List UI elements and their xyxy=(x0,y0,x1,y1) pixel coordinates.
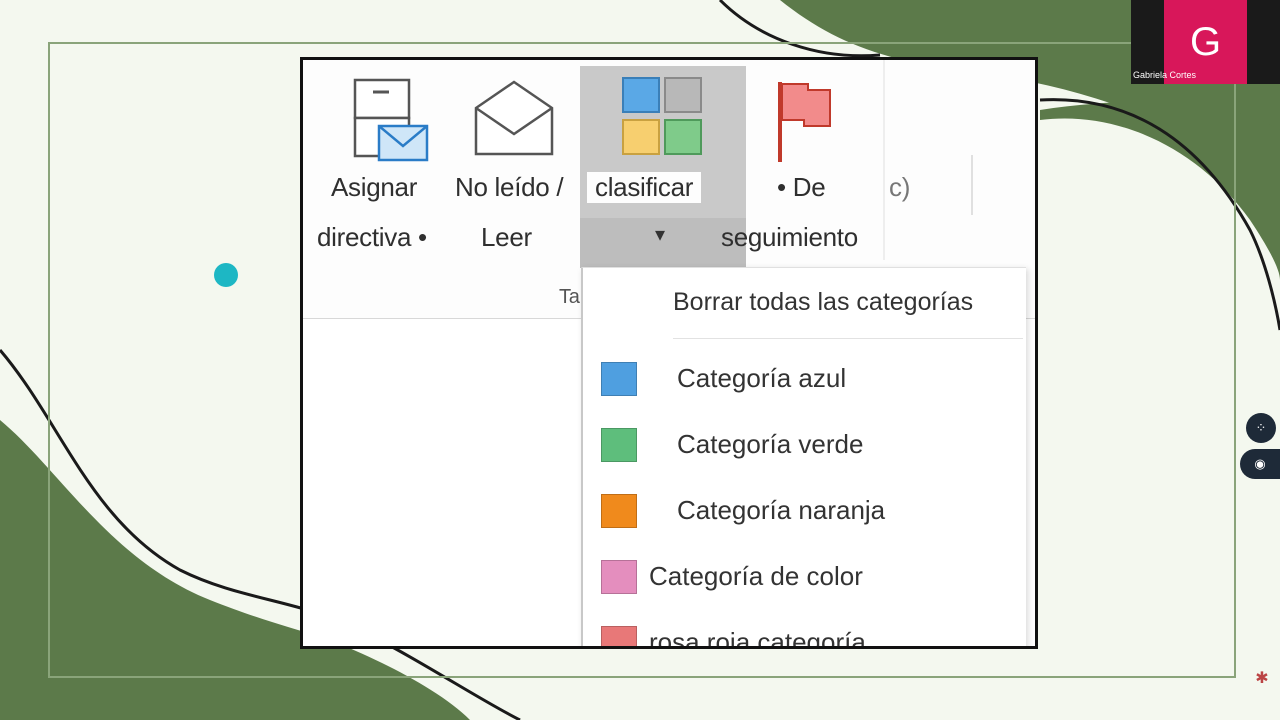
category-menu-item[interactable]: Categoría naranja xyxy=(583,482,1023,540)
category-color-swatch xyxy=(601,428,637,462)
apps-icon[interactable]: ⁘ xyxy=(1246,413,1276,443)
category-label: Categoría azul xyxy=(677,363,847,393)
unread-read-label-1: No leído / xyxy=(455,172,564,202)
category-color-swatch xyxy=(601,494,637,528)
category-color-swatch xyxy=(601,560,637,594)
categorize-dropdown-menu: Borrar todas las categorías Categoría az… xyxy=(581,267,1026,649)
categorize-arrow-icon: ▾ xyxy=(655,224,665,246)
menu-separator xyxy=(673,338,1023,339)
category-menu-item[interactable]: Categoría de color xyxy=(583,548,1023,606)
zoomed-screenshot: Asignar directiva • No leído / Leer clas… xyxy=(300,57,1038,649)
category-menu-item[interactable]: Categoría azul xyxy=(583,350,1023,408)
category-label: rosa roja categoría xyxy=(649,627,866,649)
unread-read-label-2: Leer xyxy=(481,222,532,252)
category-color-swatch xyxy=(601,362,637,396)
category-menu-item[interactable]: rosa roja categoría xyxy=(583,614,1023,649)
cabinet-mail-icon xyxy=(353,78,429,162)
category-color-swatch xyxy=(601,626,637,646)
category-label: Categoría naranja xyxy=(677,495,886,525)
categorize-label: clasificar xyxy=(587,172,702,203)
follow-up-label-2: seguimiento xyxy=(721,222,858,252)
clear-all-categories-item[interactable]: Borrar todas las categorías xyxy=(673,288,973,317)
assign-policy-label-1: Asignar xyxy=(331,172,418,202)
category-label: Categoría verde xyxy=(677,429,864,459)
open-envelope-icon xyxy=(474,80,554,156)
video-call-tile[interactable]: G Gabriela Cortes xyxy=(1131,0,1280,84)
category-label: Categoría de color xyxy=(649,561,863,591)
mouse-cursor-highlight xyxy=(214,263,238,287)
ai-brain-icon[interactable]: ✱ xyxy=(1250,667,1274,691)
categorize-icon xyxy=(622,77,702,155)
follow-up-label-1: • De xyxy=(777,172,826,202)
assistant-icon[interactable]: ◉ xyxy=(1240,449,1280,479)
participant-name: Gabriela Cortes xyxy=(1133,70,1197,80)
group-label-fragment: Ta xyxy=(559,286,580,308)
category-menu-item[interactable]: Categoría verde xyxy=(583,416,1023,474)
assign-policy-label-2: directiva • xyxy=(317,222,427,252)
ribbon-separator xyxy=(883,60,885,260)
partial-label-right: c) xyxy=(889,172,911,202)
flag-icon xyxy=(778,82,831,162)
ribbon-separator xyxy=(971,155,973,215)
